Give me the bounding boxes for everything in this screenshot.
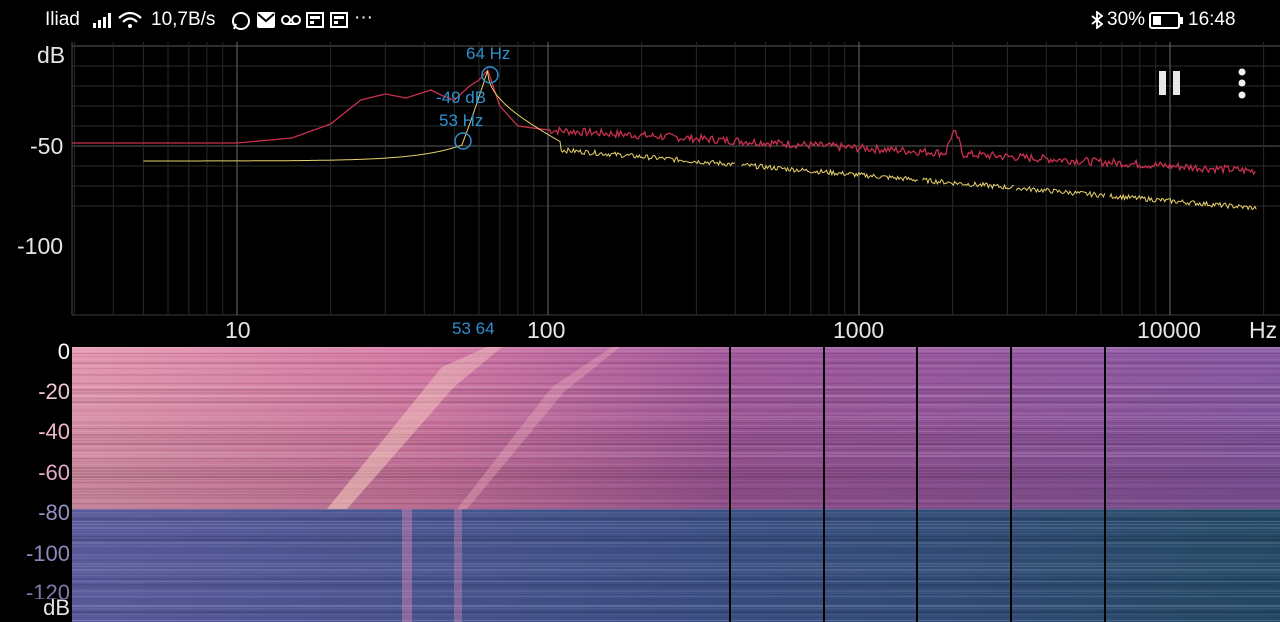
spectrogram-y-tick: -20 [38, 379, 70, 404]
spectrogram-y-tick: -80 [38, 500, 70, 525]
signal-icon [93, 13, 111, 28]
x-tick: 100 [527, 317, 566, 343]
battery-icon [1149, 12, 1183, 29]
cursor-db-label: -49 dB [436, 88, 487, 107]
x-unit: Hz [1249, 317, 1278, 343]
y-tick: -50 [30, 133, 64, 159]
whatsapp-icon [232, 12, 250, 30]
status-bar: Iliad 10,7B/s ··· 30% 16:48 [0, 0, 1280, 40]
x-tick: 10 [225, 317, 251, 343]
spectrogram[interactable] [72, 347, 1280, 622]
spectrum-plot[interactable] [0, 40, 1280, 320]
battery-percent: 30% [1107, 9, 1146, 30]
clock: 16:48 [1188, 9, 1236, 30]
marker-frequency-labels: 53 64 [452, 319, 495, 338]
pause-icon[interactable] [1159, 71, 1181, 95]
spectrogram-y-unit: dB [43, 595, 70, 620]
spectrogram-y-tick: -40 [38, 419, 70, 444]
spectrum-y-unit: dB [37, 42, 66, 68]
peak-frequency-label: 64 Hz [466, 44, 511, 63]
voicemail-icon [281, 15, 301, 25]
mail-icon [257, 12, 275, 28]
news-icon [306, 12, 324, 28]
y-tick: -100 [17, 233, 64, 259]
cursor-frequency-label: 53 Hz [439, 111, 484, 130]
wifi-icon [118, 11, 142, 28]
network-speed: 10,7B/s [151, 9, 216, 30]
more-notifications: ··· [354, 7, 373, 28]
x-tick: 1000 [833, 317, 885, 343]
spectrogram-y-tick: 0 [57, 339, 70, 364]
news-icon [330, 12, 348, 28]
spectrogram-y-tick: -60 [38, 460, 70, 485]
x-tick: 10000 [1137, 317, 1201, 343]
more-vert-icon[interactable] [1237, 68, 1247, 100]
spectrogram-y-tick: -100 [25, 541, 70, 566]
carrier-name: Iliad [45, 9, 80, 30]
spectrum-grid [71, 42, 1280, 316]
bluetooth-icon [1091, 11, 1103, 29]
